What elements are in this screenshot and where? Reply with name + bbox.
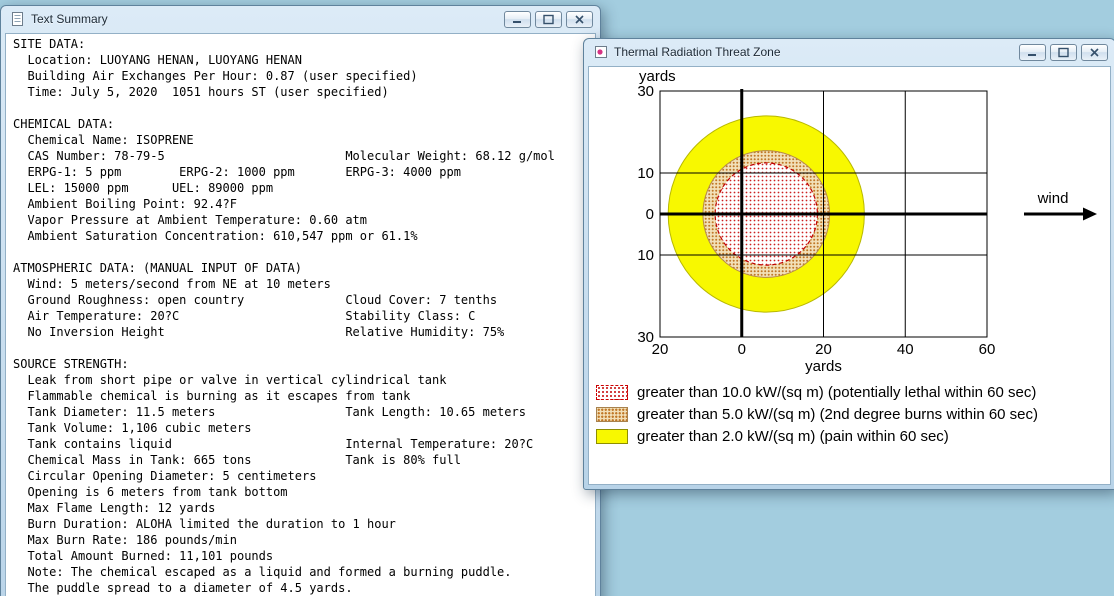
close-icon <box>1090 47 1099 57</box>
x-axis-label: yards <box>805 358 842 375</box>
maximize-icon <box>1058 47 1069 57</box>
y-axis-label: yards <box>639 68 676 85</box>
threat-zone-chart: 30100103020 0 20 40 60yardsyardswind <box>637 68 1097 375</box>
legend-swatch-tan-dotted <box>596 406 628 422</box>
maximize-icon <box>543 14 554 24</box>
maximize-button[interactable] <box>535 10 562 28</box>
legend-label: greater than 2.0 kW/(sq m) (pain within … <box>637 427 949 445</box>
legend-row: greater than 2.0 kW/(sq m) (pain within … <box>596 425 1110 447</box>
close-icon <box>575 14 584 24</box>
legend-swatch-yellow-solid <box>596 428 628 444</box>
x-tick-label: 60 <box>979 341 996 358</box>
minimize-button[interactable] <box>1019 43 1046 61</box>
threat-legend: greater than 10.0 kW/(sq m) (potentially… <box>589 377 1110 447</box>
wind-label: wind <box>1037 190 1069 207</box>
legend-row: greater than 5.0 kW/(sq m) (2nd degree b… <box>596 403 1110 425</box>
text-summary-window: Text Summary SITE DATA: Location: LUOYAN… <box>0 5 601 596</box>
text-summary-titlebar[interactable]: Text Summary <box>1 6 600 32</box>
minimize-icon <box>1028 53 1036 56</box>
close-button[interactable] <box>566 10 593 28</box>
chart-icon <box>593 45 608 60</box>
y-tick-label: 30 <box>637 83 654 100</box>
legend-label: greater than 5.0 kW/(sq m) (2nd degree b… <box>637 405 1039 423</box>
window-controls <box>1019 43 1108 61</box>
window-controls <box>504 10 593 28</box>
window-title: Thermal Radiation Threat Zone <box>614 45 781 59</box>
threat-zone-content: 30 10 0 10 30 20 0 20 40 60 yards yards wind greater… <box>588 66 1111 485</box>
legend-label: greater than 10.0 kW/(sq m) (potentially… <box>637 383 1037 401</box>
close-button[interactable] <box>1081 43 1108 61</box>
maximize-button[interactable] <box>1050 43 1077 61</box>
x-tick-label: 20 <box>815 341 832 358</box>
document-icon <box>10 11 25 27</box>
x-tick-label: 20 <box>652 341 669 358</box>
x-tick-label: 0 <box>738 341 746 358</box>
desktop: Text Summary SITE DATA: Location: LUOYAN… <box>0 0 1114 596</box>
text-summary-text: SITE DATA: Location: LUOYANG HENAN, LUOY… <box>13 37 555 595</box>
legend-row: greater than 10.0 kW/(sq m) (potentially… <box>596 381 1110 403</box>
y-tick-label: 10 <box>637 247 654 264</box>
y-tick-label: 0 <box>646 206 654 223</box>
x-tick-label: 40 <box>897 341 914 358</box>
text-summary-content: SITE DATA: Location: LUOYANG HENAN, LUOY… <box>5 33 596 596</box>
minimize-button[interactable] <box>504 10 531 28</box>
window-title: Text Summary <box>31 12 108 26</box>
threat-zone-titlebar[interactable]: Thermal Radiation Threat Zone <box>584 39 1114 65</box>
y-tick-label: 10 <box>637 165 654 182</box>
legend-swatch-red-dotted <box>596 384 628 400</box>
minimize-icon <box>513 20 521 23</box>
threat-zone-window: Thermal Radiation Threat Zone 30 10 0 10 30 2… <box>583 38 1114 490</box>
wind-arrow-head <box>1083 207 1097 221</box>
